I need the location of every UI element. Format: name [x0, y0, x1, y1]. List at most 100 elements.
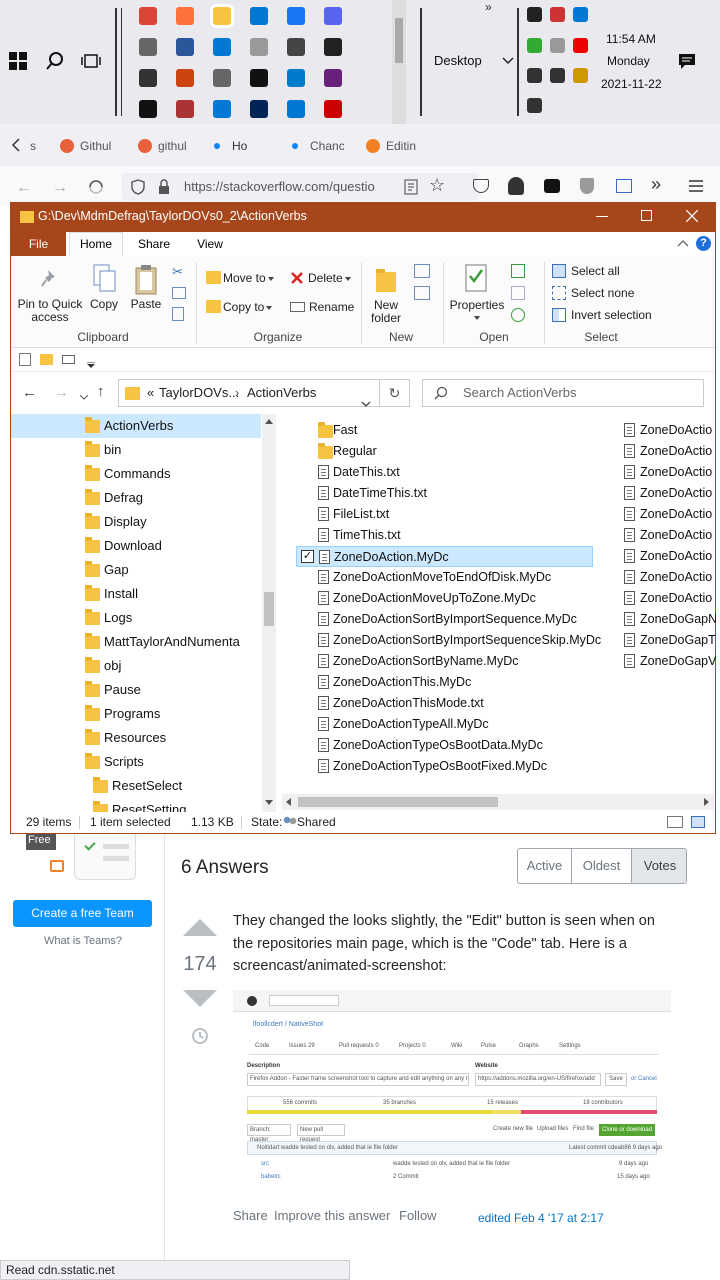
- overflow-chevron-icon[interactable]: »: [651, 174, 661, 195]
- network-icon[interactable]: [527, 68, 542, 83]
- select-none-button[interactable]: Select none: [571, 287, 634, 300]
- file-item[interactable]: ZoneDoActionMoveToEndOfDisk.MyDc: [296, 567, 593, 588]
- file-item[interactable]: ZoneDoActionThis.MyDc: [296, 672, 593, 693]
- new-folder-small-icon[interactable]: [40, 354, 53, 365]
- extension-icon[interactable]: [508, 177, 524, 195]
- file-item[interactable]: ZoneDoActio: [622, 525, 716, 546]
- chrome-icon[interactable]: [139, 7, 157, 25]
- app-icon[interactable]: [176, 69, 194, 87]
- history-icon[interactable]: [190, 1026, 210, 1046]
- file-item[interactable]: ZoneDoActio: [622, 588, 716, 609]
- reader-view-icon[interactable]: [404, 179, 418, 195]
- tree-item[interactable]: bin: [11, 438, 261, 462]
- tree-item[interactable]: Defrag: [11, 486, 261, 510]
- file-item[interactable]: ZoneDoActio: [622, 462, 716, 483]
- file-item[interactable]: ZoneDoActio: [622, 441, 716, 462]
- minimize-icon[interactable]: [596, 216, 608, 217]
- scroll-down-icon[interactable]: [265, 800, 273, 805]
- tree-item[interactable]: ResetSelect: [11, 774, 261, 798]
- back-icon[interactable]: ←: [16, 179, 32, 197]
- browser-tab[interactable]: Githul: [58, 132, 124, 160]
- address-crumb[interactable]: TaylorDOVs...: [159, 380, 239, 406]
- maximize-icon[interactable]: [641, 210, 652, 221]
- address-dropdown-icon[interactable]: [361, 390, 371, 407]
- file-item[interactable]: ZoneDoActionSortByImportSequence.MyDc: [296, 609, 593, 630]
- rename-small-icon[interactable]: [62, 355, 75, 364]
- app-icon[interactable]: [287, 100, 305, 118]
- easy-access-icon[interactable]: [414, 286, 430, 300]
- sort-tab-active[interactable]: Active: [518, 849, 572, 883]
- file-item[interactable]: ZoneDoActionSortByImportSequenceSkip.MyD…: [296, 630, 601, 651]
- loading-icon[interactable]: [88, 179, 104, 195]
- sort-tab-votes[interactable]: Votes: [632, 849, 686, 883]
- file-item[interactable]: ZoneDoActionTypeOsBootFixed.MyDc: [296, 756, 593, 777]
- file-item[interactable]: TimeThis.txt: [296, 525, 593, 546]
- shield-icon[interactable]: [131, 179, 145, 195]
- help-icon[interactable]: ?: [696, 236, 711, 251]
- app-icon[interactable]: [176, 38, 194, 56]
- firefox-icon[interactable]: [176, 7, 194, 25]
- file-item[interactable]: ZoneDoActio: [622, 420, 716, 441]
- back-icon[interactable]: ←: [22, 384, 37, 401]
- paste-button[interactable]: Paste: [128, 298, 164, 311]
- address-overflow[interactable]: «: [147, 380, 154, 406]
- file-item[interactable]: ZoneDoActio: [622, 483, 716, 504]
- paint-icon[interactable]: [213, 100, 231, 118]
- file-explorer-icon[interactable]: [213, 7, 231, 25]
- outlook-icon[interactable]: [250, 7, 268, 25]
- scroll-thumb[interactable]: [264, 592, 274, 626]
- search-input[interactable]: Search ActionVerbs: [422, 379, 704, 407]
- file-item[interactable]: ZoneDoGapVa: [622, 651, 716, 672]
- history-icon[interactable]: [511, 308, 525, 322]
- what-is-teams-link[interactable]: What is Teams?: [44, 935, 122, 947]
- file-item[interactable]: ZoneDoActio: [622, 504, 716, 525]
- tree-item[interactable]: Install: [11, 582, 261, 606]
- browser-tab-active[interactable]: Ho: [210, 132, 252, 160]
- create-team-button[interactable]: Create a free Team: [13, 900, 152, 927]
- improve-answer-link[interactable]: Improve this answer: [274, 1208, 390, 1223]
- forward-icon[interactable]: →: [52, 179, 68, 197]
- scroll-up-icon[interactable]: [265, 419, 273, 424]
- search-icon[interactable]: [45, 51, 65, 71]
- app-icon[interactable]: [550, 7, 565, 22]
- tree-item[interactable]: Programs: [11, 702, 261, 726]
- browser-tab[interactable]: Chanc: [288, 132, 344, 160]
- copy-path-icon[interactable]: [172, 287, 186, 299]
- rename-button[interactable]: Rename: [309, 301, 354, 314]
- share-link[interactable]: Share: [233, 1208, 268, 1223]
- desktop-toolbar-label[interactable]: Desktop: [434, 53, 482, 68]
- visual-studio-icon[interactable]: [324, 69, 342, 87]
- file-item[interactable]: Fast: [296, 420, 593, 441]
- file-item[interactable]: FileList.txt: [296, 504, 593, 525]
- move-to-button[interactable]: Move to: [223, 272, 266, 285]
- file-item[interactable]: ZoneDoActionTypeAll.MyDc: [296, 714, 593, 735]
- browser-tab[interactable]: Editin: [364, 132, 420, 160]
- properties-small-icon[interactable]: [19, 353, 31, 366]
- extension-icon[interactable]: [544, 179, 560, 193]
- details-view-icon[interactable]: [667, 816, 683, 828]
- file-item[interactable]: ZoneDoActionThisMode.txt: [296, 693, 593, 714]
- new-folder-button[interactable]: New folder: [369, 299, 403, 325]
- copy-to-button[interactable]: Copy to: [223, 301, 264, 314]
- delete-button[interactable]: Delete: [308, 272, 343, 285]
- onedrive-icon[interactable]: [550, 38, 565, 53]
- bookmark-star-icon[interactable]: ☆: [429, 175, 445, 196]
- tree-item[interactable]: Resources: [11, 726, 261, 750]
- tree-item[interactable]: Gap: [11, 558, 261, 582]
- file-item-selected[interactable]: ✓ ZoneDoAction.MyDc: [296, 546, 593, 567]
- paste-shortcut-icon[interactable]: [172, 307, 184, 321]
- gimp-icon[interactable]: [139, 38, 157, 56]
- collapse-ribbon-icon[interactable]: [677, 238, 689, 248]
- checkbox-icon[interactable]: ✓: [301, 550, 314, 563]
- open-icon[interactable]: [511, 264, 525, 278]
- pin-to-quick-access-button[interactable]: Pin to Quick access: [16, 298, 84, 324]
- address-crumb[interactable]: ActionVerbs: [247, 380, 316, 406]
- task-view-icon[interactable]: [81, 52, 101, 70]
- close-icon[interactable]: [685, 209, 699, 223]
- cmd-icon[interactable]: [139, 100, 157, 118]
- hamburger-menu-icon[interactable]: [689, 180, 703, 192]
- taskbar-scrollbar[interactable]: [392, 0, 406, 124]
- cmd-icon[interactable]: [250, 69, 268, 87]
- forward-icon[interactable]: →: [54, 384, 69, 401]
- file-item[interactable]: ZoneDoGapTh: [622, 630, 716, 651]
